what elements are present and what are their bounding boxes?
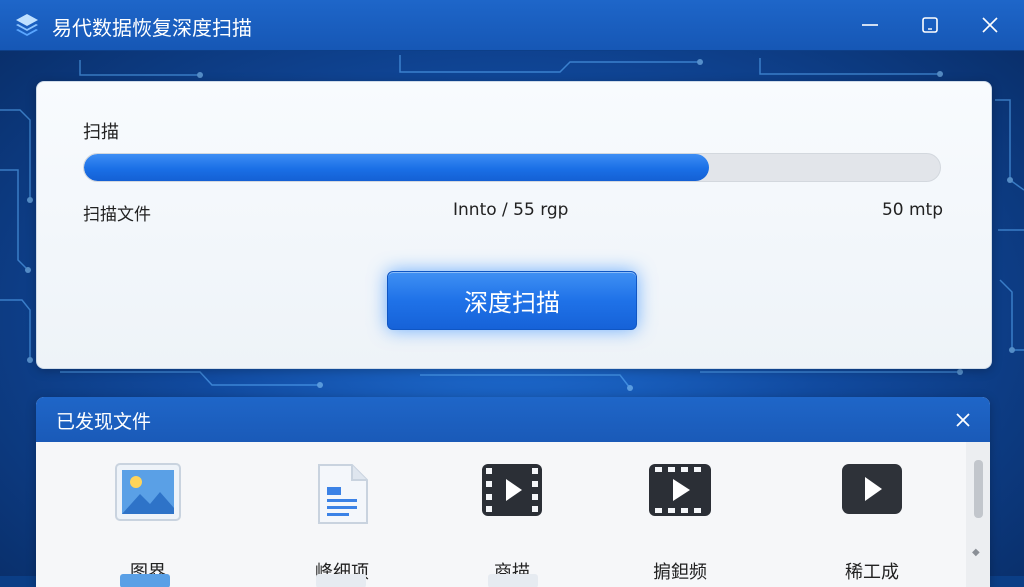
found-files-scrollbar[interactable]: ◆ bbox=[966, 442, 990, 587]
video-file-icon bbox=[488, 574, 538, 587]
scroll-down-icon[interactable]: ◆ bbox=[972, 547, 980, 558]
deep-scan-button[interactable]: 深度扫描 bbox=[387, 271, 637, 330]
document-file-icon bbox=[316, 574, 366, 587]
image-file-icon bbox=[115, 463, 181, 521]
found-files-panel: 已发现文件 图界 峰细项 商描 掮鉭频 稀工成 ◆ bbox=[36, 397, 990, 587]
maximize-icon bbox=[922, 17, 938, 33]
close-button[interactable] bbox=[970, 8, 1010, 42]
scan-size: 50 mtp bbox=[881, 200, 943, 220]
scan-files-label: 扫描文件 bbox=[83, 205, 151, 225]
video-file-icon bbox=[482, 464, 542, 516]
found-files-header: 已发现文件 bbox=[36, 397, 990, 442]
document-file-icon bbox=[318, 464, 368, 524]
found-files-grid: 图界 峰细项 商描 掮鉭频 稀工成 bbox=[36, 442, 966, 587]
play-file-icon bbox=[842, 464, 902, 514]
file-item[interactable]: 峰细项 bbox=[282, 462, 402, 583]
file-item-label: 掮鉭频 bbox=[653, 562, 707, 583]
scrollbar-thumb[interactable] bbox=[974, 460, 983, 518]
video-file-icon bbox=[649, 464, 711, 516]
scan-progress-fill bbox=[84, 154, 709, 181]
minimize-icon bbox=[862, 24, 878, 26]
scan-label: 扫描 bbox=[83, 122, 119, 143]
minimize-button[interactable] bbox=[850, 8, 890, 42]
found-panel-close-button[interactable] bbox=[948, 405, 978, 435]
scan-card: 扫描 扫描文件 Innto / 55 rgp 50 mtp 深度扫描 bbox=[36, 81, 992, 369]
found-files-title: 已发现文件 bbox=[56, 411, 152, 433]
file-item-label: 稀工成 bbox=[845, 562, 899, 583]
close-icon bbox=[956, 413, 970, 427]
maximize-button[interactable] bbox=[910, 8, 950, 42]
window-title: 易代数据恢复深度扫描 bbox=[52, 16, 252, 40]
file-item[interactable]: 图界 bbox=[88, 462, 208, 583]
layers-icon bbox=[16, 14, 38, 36]
scan-progress-bar bbox=[83, 153, 941, 182]
image-file-icon bbox=[120, 574, 170, 587]
scan-counter: Innto / 55 rgp bbox=[453, 200, 569, 220]
close-icon bbox=[982, 17, 998, 33]
title-bar: 易代数据恢复深度扫描 bbox=[0, 0, 1024, 51]
file-item[interactable]: 稀工成 bbox=[812, 462, 932, 583]
file-item[interactable]: 商描 bbox=[452, 462, 572, 583]
file-item[interactable]: 掮鉭频 bbox=[620, 462, 740, 583]
